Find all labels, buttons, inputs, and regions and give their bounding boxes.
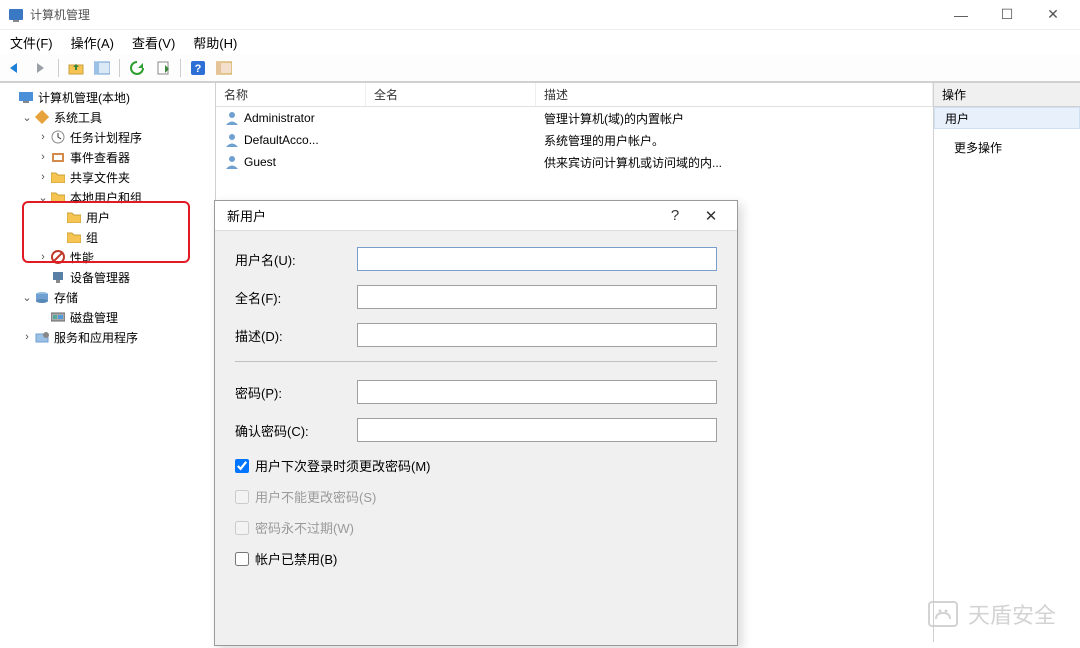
confirm-password-label: 确认密码(C): xyxy=(235,421,357,440)
menu-action[interactable]: 操作(A) xyxy=(71,33,114,52)
tree-local-users-groups[interactable]: ⌄本地用户和组 xyxy=(34,187,213,207)
list-row[interactable]: Guest 供来宾访问计算机或访问域的内... xyxy=(216,151,933,173)
tree-groups[interactable]: 组 xyxy=(50,227,213,247)
tree-label: 磁盘管理 xyxy=(70,309,118,326)
tree-services-apps[interactable]: ›服务和应用程序 xyxy=(18,327,213,347)
must-change-password-label: 用户下次登录时须更改密码(M) xyxy=(255,456,431,475)
tree-label: 用户 xyxy=(86,209,110,226)
cell-name: Administrator xyxy=(244,111,315,125)
toolbar-separator xyxy=(58,59,59,77)
tree-pane: 计算机管理(本地) ⌄ 系统工具 ›任务计划程序 ›事件查看器 xyxy=(0,83,216,642)
window-titlebar: 计算机管理 — ☐ ✕ xyxy=(0,0,1080,30)
dialog-titlebar: 新用户 ? ✕ xyxy=(215,201,737,231)
account-disabled-checkbox[interactable] xyxy=(235,552,249,566)
password-never-expires-checkbox xyxy=(235,521,249,535)
tree-users[interactable]: 用户 xyxy=(50,207,213,227)
column-name[interactable]: 名称 xyxy=(216,83,366,106)
properties-button[interactable] xyxy=(213,57,235,79)
list-row[interactable]: DefaultAcco... 系统管理的用户帐户。 xyxy=(216,129,933,151)
actions-header: 操作 xyxy=(934,83,1080,107)
app-icon xyxy=(8,7,24,23)
tree-shared-folders[interactable]: ›共享文件夹 xyxy=(34,167,213,187)
column-description[interactable]: 描述 xyxy=(536,83,933,106)
tree-event-viewer[interactable]: ›事件查看器 xyxy=(34,147,213,167)
menubar: 文件(F) 操作(A) 查看(V) 帮助(H) xyxy=(0,30,1080,54)
tree-system-tools[interactable]: ⌄ 系统工具 xyxy=(18,107,213,127)
tree-label: 性能 xyxy=(70,249,94,266)
password-input[interactable] xyxy=(357,380,717,404)
window-title: 计算机管理 xyxy=(30,6,90,23)
list-body: Administrator 管理计算机(域)的内置帐户 DefaultAcco.… xyxy=(216,107,933,173)
dialog-separator xyxy=(235,361,717,362)
cell-description: 管理计算机(域)的内置帐户 xyxy=(536,110,933,127)
export-button[interactable] xyxy=(152,57,174,79)
user-icon xyxy=(224,154,240,170)
cannot-change-password-checkbox xyxy=(235,490,249,504)
toolbar-separator xyxy=(180,59,181,77)
password-never-expires-label: 密码永不过期(W) xyxy=(255,518,354,537)
toolbar: ? xyxy=(0,54,1080,82)
toolbar-separator xyxy=(119,59,120,77)
tree-disk-management[interactable]: 磁盘管理 xyxy=(34,307,213,327)
username-label: 用户名(U): xyxy=(235,250,357,269)
menu-help[interactable]: 帮助(H) xyxy=(193,33,237,52)
password-label: 密码(P): xyxy=(235,383,357,402)
refresh-button[interactable] xyxy=(126,57,148,79)
fullname-label: 全名(F): xyxy=(235,288,357,307)
actions-section[interactable]: 用户 xyxy=(934,107,1080,129)
tree-label: 组 xyxy=(86,229,98,246)
minimize-button[interactable]: — xyxy=(938,0,984,30)
tree-label: 设备管理器 xyxy=(70,269,130,286)
watermark-text: 天盾安全 xyxy=(968,598,1056,630)
cell-description: 供来宾访问计算机或访问域的内... xyxy=(536,154,933,171)
close-button[interactable]: ✕ xyxy=(1030,0,1076,30)
tree-root-label: 计算机管理(本地) xyxy=(38,89,130,106)
user-icon xyxy=(224,132,240,148)
description-input[interactable] xyxy=(357,323,717,347)
tree-performance[interactable]: ›性能 xyxy=(34,247,213,267)
tree-label: 系统工具 xyxy=(54,109,102,126)
must-change-password-checkbox[interactable] xyxy=(235,459,249,473)
dialog-help-button[interactable]: ? xyxy=(657,202,693,230)
list-header: 名称 全名 描述 xyxy=(216,83,933,107)
tree-device-manager[interactable]: 设备管理器 xyxy=(34,267,213,287)
tree-label: 存储 xyxy=(54,289,78,306)
tree-label: 事件查看器 xyxy=(70,149,130,166)
description-label: 描述(D): xyxy=(235,326,357,345)
tree-label: 本地用户和组 xyxy=(70,189,142,206)
actions-more[interactable]: 更多操作 xyxy=(934,133,1080,162)
svg-text:?: ? xyxy=(195,63,202,75)
fullname-input[interactable] xyxy=(357,285,717,309)
column-fullname[interactable]: 全名 xyxy=(366,83,536,106)
menu-view[interactable]: 查看(V) xyxy=(132,33,175,52)
confirm-password-input[interactable] xyxy=(357,418,717,442)
tree-root[interactable]: 计算机管理(本地) xyxy=(2,87,213,107)
cell-description: 系统管理的用户帐户。 xyxy=(536,132,933,149)
dialog-close-button[interactable]: ✕ xyxy=(693,202,729,230)
forward-button[interactable] xyxy=(30,57,52,79)
maximize-button[interactable]: ☐ xyxy=(984,0,1030,30)
help-icon[interactable]: ? xyxy=(187,57,209,79)
account-disabled-label: 帐户已禁用(B) xyxy=(255,549,337,568)
cell-name: Guest xyxy=(244,155,276,169)
show-hide-tree-button[interactable] xyxy=(91,57,113,79)
back-button[interactable] xyxy=(4,57,26,79)
tree-label: 共享文件夹 xyxy=(70,169,130,186)
cannot-change-password-label: 用户不能更改密码(S) xyxy=(255,487,376,506)
watermark-icon xyxy=(928,601,958,627)
tree-task-scheduler[interactable]: ›任务计划程序 xyxy=(34,127,213,147)
tree-label: 服务和应用程序 xyxy=(54,329,138,346)
menu-file[interactable]: 文件(F) xyxy=(10,33,53,52)
cell-name: DefaultAcco... xyxy=(244,133,319,147)
dialog-title: 新用户 xyxy=(227,206,266,225)
watermark: 天盾安全 xyxy=(928,598,1056,630)
tree-label: 任务计划程序 xyxy=(70,129,142,146)
username-input[interactable] xyxy=(357,247,717,271)
actions-pane: 操作 用户 更多操作 xyxy=(934,83,1080,642)
new-user-dialog: 新用户 ? ✕ 用户名(U): 全名(F): 描述(D): 密码(P): 确认密… xyxy=(214,200,738,646)
tree-storage[interactable]: ⌄存储 xyxy=(18,287,213,307)
user-icon xyxy=(224,110,240,126)
list-row[interactable]: Administrator 管理计算机(域)的内置帐户 xyxy=(216,107,933,129)
up-folder-button[interactable] xyxy=(65,57,87,79)
